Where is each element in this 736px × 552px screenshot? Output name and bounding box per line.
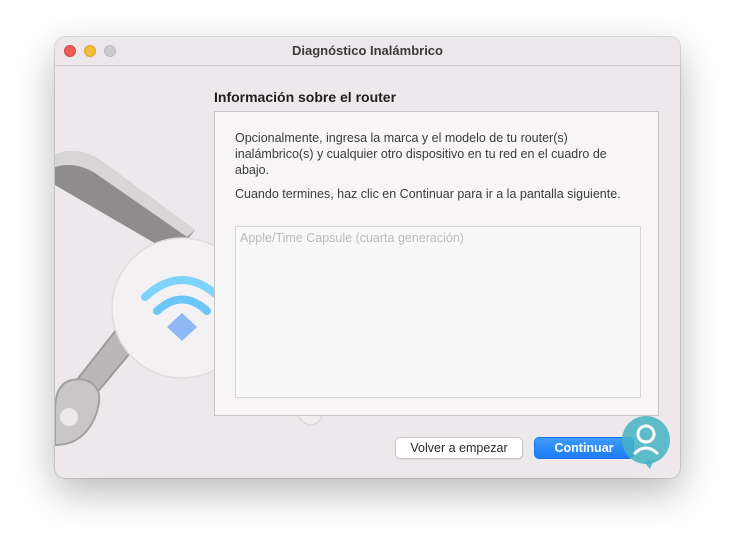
router-model-input[interactable]: Apple/Time Capsule (cuarta generación) (235, 226, 641, 398)
restart-button[interactable]: Volver a empezar (395, 437, 523, 459)
router-info-panel: Opcionalmente, ingresa la marca y el mod… (214, 111, 659, 416)
titlebar: Diagnóstico Inalámbrico (55, 37, 680, 66)
instructions-text: Opcionalmente, ingresa la marca y el mod… (235, 131, 607, 177)
window-title: Diagnóstico Inalámbrico (292, 43, 443, 58)
site-logo-icon (622, 416, 670, 469)
continue-hint-text: Cuando termines, haz clic en Continuar p… (235, 187, 621, 201)
section-heading: Información sobre el router (214, 89, 397, 105)
wireless-diagnostics-window: Diagnóstico Inalámbrico Información sobr… (55, 37, 680, 478)
